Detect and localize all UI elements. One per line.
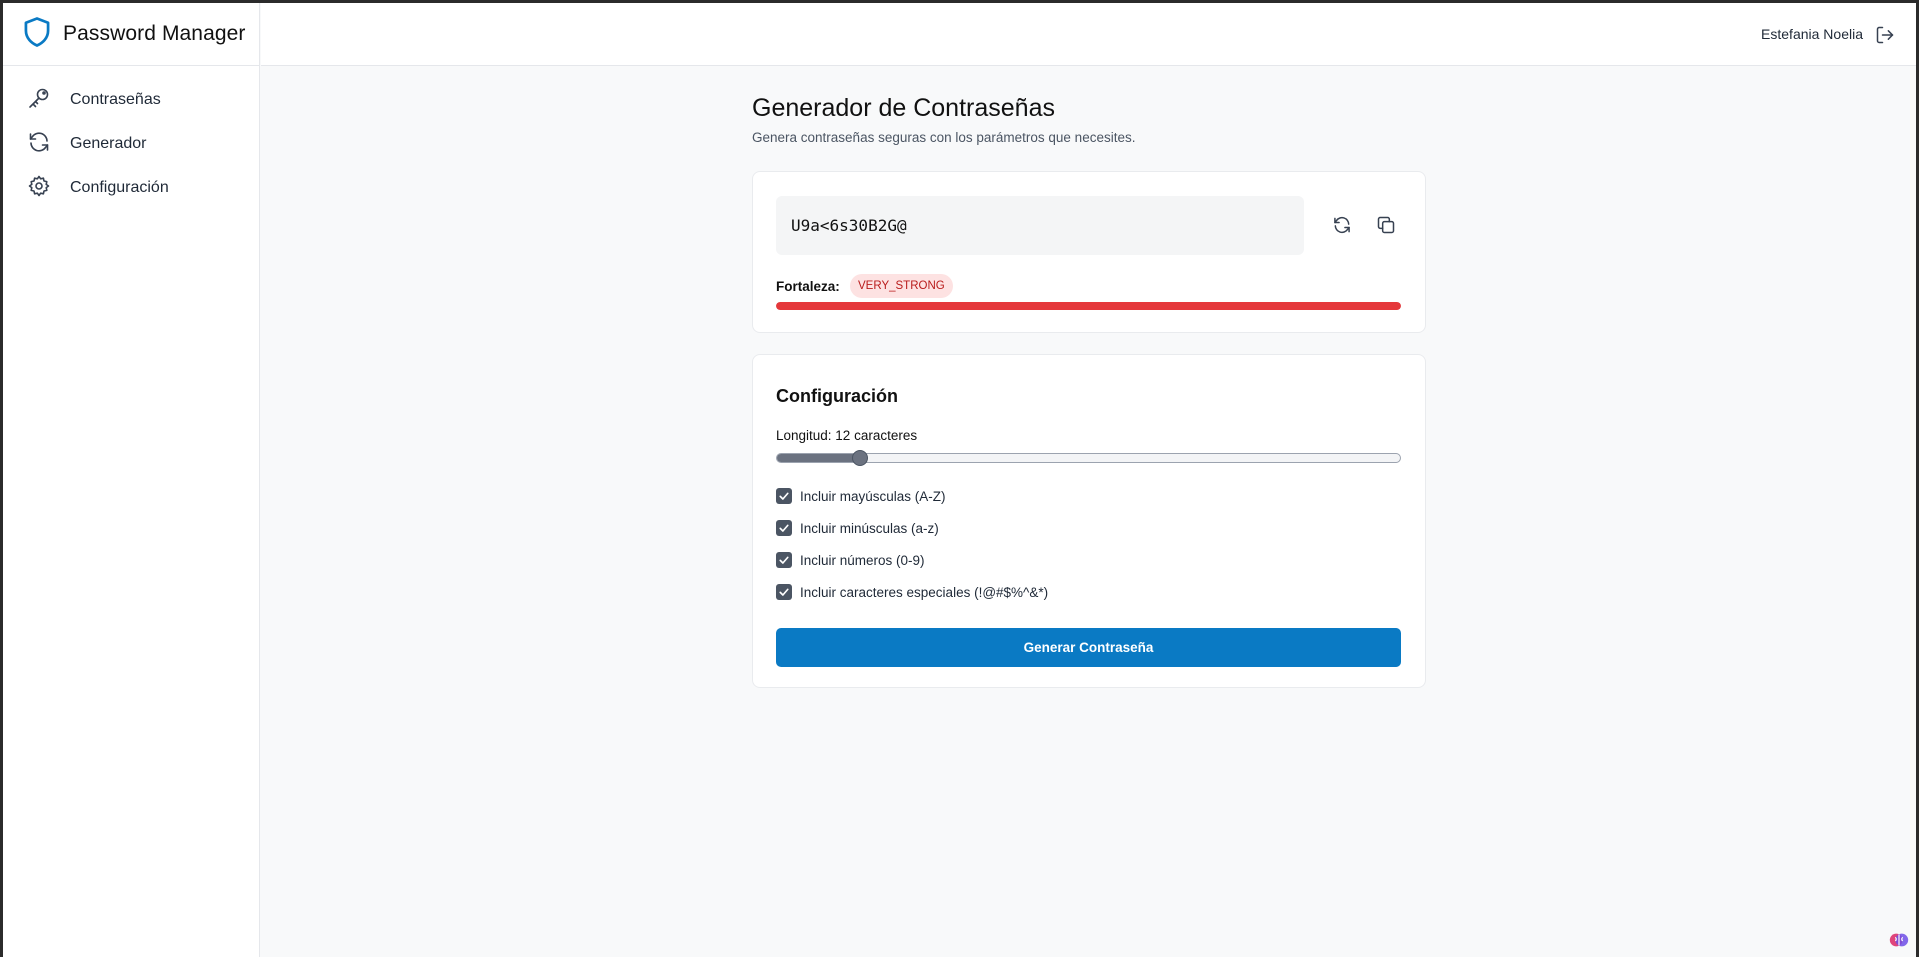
length-slider[interactable] bbox=[776, 450, 1401, 466]
check-icon bbox=[779, 588, 789, 596]
strength-label: Fortaleza: bbox=[776, 279, 840, 294]
brain-icon[interactable] bbox=[1888, 929, 1910, 951]
shield-icon bbox=[22, 16, 52, 53]
checkbox-numbers[interactable] bbox=[776, 552, 792, 568]
password-card: U9a<6s30B2G@ Fortaleza: VERY_STRONG bbox=[752, 171, 1426, 333]
config-card: Configuración Longitud: 12 caracteres In… bbox=[752, 354, 1426, 688]
generate-button[interactable]: Generar Contraseña bbox=[776, 628, 1401, 667]
length-label: Longitud: 12 caracteres bbox=[776, 428, 918, 443]
option-label: Incluir caracteres especiales (!@#$%^&*) bbox=[800, 584, 1049, 600]
sidebar-item-label: Contraseñas bbox=[70, 91, 161, 108]
option-lowercase[interactable]: Incluir minúsculas (a-z) bbox=[776, 520, 939, 536]
sidebar-item-configuracion[interactable]: Configuración bbox=[3, 166, 259, 210]
slider-fill bbox=[777, 454, 861, 462]
checkbox-special[interactable] bbox=[776, 584, 792, 600]
option-label: Incluir minúsculas (a-z) bbox=[800, 520, 939, 536]
check-icon bbox=[779, 556, 789, 564]
option-label: Incluir mayúsculas (A-Z) bbox=[800, 488, 946, 504]
sidebar-nav: Contraseñas Generador Configuración bbox=[3, 66, 259, 210]
logout-icon[interactable] bbox=[1875, 25, 1895, 45]
regenerate-button[interactable] bbox=[1328, 211, 1356, 239]
copy-button[interactable] bbox=[1372, 211, 1400, 239]
config-title: Configuración bbox=[776, 386, 898, 406]
sidebar-item-generador[interactable]: Generador bbox=[3, 122, 259, 166]
sidebar: Password Manager Contraseñas Generador C… bbox=[3, 3, 260, 957]
topbar: Estefania Noelia bbox=[261, 3, 1916, 66]
password-output[interactable]: U9a<6s30B2G@ bbox=[776, 196, 1304, 255]
strength-bar bbox=[776, 302, 1401, 310]
check-icon bbox=[779, 492, 789, 500]
strength-bar-fill bbox=[776, 302, 1401, 310]
checkbox-uppercase[interactable] bbox=[776, 488, 792, 504]
app-title: Password Manager bbox=[63, 22, 246, 45]
option-uppercase[interactable]: Incluir mayúsculas (A-Z) bbox=[776, 488, 946, 504]
sidebar-item-contrasenas[interactable]: Contraseñas bbox=[3, 78, 259, 122]
key-icon bbox=[27, 86, 51, 115]
option-special[interactable]: Incluir caracteres especiales (!@#$%^&*) bbox=[776, 584, 1048, 600]
gear-icon bbox=[27, 174, 51, 203]
sidebar-item-label: Generador bbox=[70, 135, 147, 152]
check-icon bbox=[779, 524, 789, 532]
refresh-icon bbox=[27, 130, 51, 159]
checkbox-lowercase[interactable] bbox=[776, 520, 792, 536]
page-subtitle: Genera contraseñas seguras con los parám… bbox=[752, 130, 1136, 145]
user-name: Estefania Noelia bbox=[1761, 26, 1863, 42]
strength-badge: VERY_STRONG bbox=[850, 274, 953, 298]
slider-thumb[interactable] bbox=[852, 450, 869, 466]
brand: Password Manager bbox=[3, 3, 259, 66]
sidebar-item-label: Configuración bbox=[70, 179, 169, 196]
option-numbers[interactable]: Incluir números (0-9) bbox=[776, 552, 925, 568]
option-label: Incluir números (0-9) bbox=[800, 552, 925, 568]
app-window: Password Manager Contraseñas Generador C… bbox=[3, 3, 1916, 957]
refresh-icon bbox=[1334, 216, 1350, 234]
page-title: Generador de Contraseñas bbox=[752, 94, 1055, 122]
copy-icon bbox=[1377, 216, 1395, 234]
